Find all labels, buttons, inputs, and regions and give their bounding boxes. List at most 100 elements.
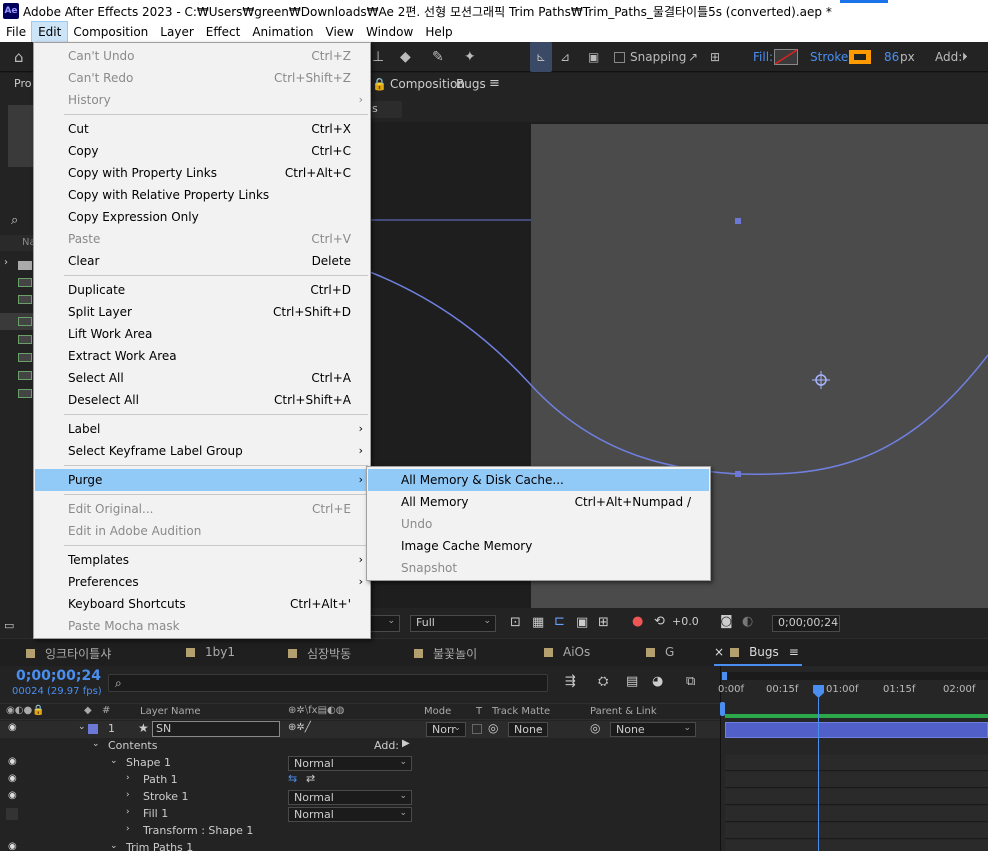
track-matte-dropdown[interactable]: None ⌄ (508, 722, 548, 737)
layer-duration-bar[interactable] (725, 722, 988, 738)
menu-item-image-cache-memory[interactable]: Image Cache Memory (368, 535, 709, 557)
motion-blur-icon[interactable]: ◕ (652, 674, 663, 689)
menu-item-can-t-undo[interactable]: Can't Undo Ctrl+Z (35, 45, 369, 67)
tab-timeline-3[interactable]: 심장박동 (288, 645, 351, 662)
eye-icon[interactable]: ◉ (8, 841, 17, 851)
work-area-bar[interactable] (725, 714, 988, 718)
close-icon[interactable]: × (714, 645, 724, 659)
matte-pickwhip-icon[interactable]: ◎ (488, 721, 498, 735)
path-vertex-handle[interactable] (735, 471, 741, 477)
menu-item-duplicate[interactable]: Duplicate Ctrl+D (35, 279, 369, 301)
region-of-interest-icon[interactable]: ▣ (576, 615, 588, 630)
transparency-grid-icon[interactable]: ▦ (532, 615, 544, 630)
panel-menu-icon[interactable]: ≡ (789, 645, 799, 659)
tab-timeline-6[interactable]: G (646, 645, 674, 659)
eye-icon[interactable]: ◉ (8, 722, 17, 733)
magnification-dropdown[interactable]: ⌄ (370, 615, 400, 632)
layer-name-field[interactable]: SN (152, 721, 280, 737)
menu-item-edit-original[interactable]: Edit Original... Ctrl+E (35, 498, 369, 520)
menu-item-can-t-redo[interactable]: Can't Redo Ctrl+Shift+Z (35, 67, 369, 89)
menu-item-clear[interactable]: Clear Delete (35, 250, 369, 272)
anchor-point-icon[interactable] (812, 371, 830, 389)
menu-item-extract-work-area[interactable]: Extract Work Area (35, 345, 369, 367)
menu-item-history[interactable]: History › (35, 89, 369, 111)
tab-timeline-1[interactable]: 잉크타이틀샤 (26, 645, 111, 662)
menu-item-label[interactable]: Label › (35, 418, 369, 440)
menu-item-select-keyframe-label-group[interactable]: Select Keyframe Label Group › (35, 440, 369, 462)
menu-item-keyboard-shortcuts[interactable]: Keyboard Shortcuts Ctrl+Alt+' (35, 593, 369, 615)
layer-label-color[interactable] (88, 724, 98, 734)
path-vertex-handle[interactable] (735, 218, 741, 224)
blend-mode-dropdown[interactable]: Normal ⌄ (288, 807, 412, 822)
reverse-path-icon[interactable]: ⇄ (306, 772, 315, 785)
path-direction-icon[interactable]: ⇆ (288, 772, 297, 785)
menu-item-undo[interactable]: Undo (368, 513, 709, 535)
grid-guides-icon[interactable]: ⊞ (598, 615, 609, 630)
expand-chevron-icon[interactable]: › (126, 807, 130, 817)
layer-name-header[interactable]: Layer Name (140, 706, 201, 717)
menu-item-paste-mocha-mask[interactable]: Paste Mocha mask (35, 615, 369, 637)
comp-flowchart-icon[interactable]: ⇶ (565, 674, 576, 689)
tab-timeline-5[interactable]: AiOs (544, 645, 590, 659)
menu-item-all-memory[interactable]: All Memory Ctrl+Alt+Numpad / (368, 491, 709, 513)
blend-mode-dropdown[interactable]: Normal ⌄ (288, 756, 412, 771)
parent-link-header[interactable]: Parent & Link (590, 706, 657, 717)
menu-item-copy-with-relative-property-links[interactable]: Copy with Relative Property Links (35, 184, 369, 206)
layer-mode-dropdown[interactable]: Norr ⌄ (426, 722, 466, 737)
track-matte-header[interactable]: Track Matte (492, 706, 550, 717)
menu-item-split-layer[interactable]: Split Layer Ctrl+Shift+D (35, 301, 369, 323)
expand-chevron-icon[interactable]: › (126, 824, 130, 834)
menu-item-preferences[interactable]: Preferences › (35, 571, 369, 593)
menu-item-select-all[interactable]: Select All Ctrl+A (35, 367, 369, 389)
eye-icon[interactable]: ◉ (8, 790, 17, 801)
property-row-stroke[interactable]: ◉ › Stroke 1 Normal ⌄ (0, 789, 720, 806)
viewer-timecode[interactable]: 0;00;00;24 (772, 615, 840, 632)
menu-item-copy-expression-only[interactable]: Copy Expression Only (35, 206, 369, 228)
navigator-start-handle[interactable] (722, 672, 727, 680)
snapshot-camera-icon[interactable]: ◙ (720, 614, 733, 629)
show-snapshot-icon[interactable]: ◐ (742, 614, 753, 629)
playhead-line[interactable] (818, 698, 819, 851)
expand-chevron-icon[interactable]: ⌄ (110, 756, 118, 766)
expand-chevron-icon[interactable]: ⌄ (92, 739, 100, 749)
menu-item-paste[interactable]: Paste Ctrl+V (35, 228, 369, 250)
menu-item-all-memory-and-disk-cache[interactable]: All Memory & Disk Cache... (368, 469, 709, 491)
eye-icon[interactable]: ◉ (8, 773, 17, 784)
add-property-icon[interactable]: ▶ (402, 738, 410, 749)
menu-item-templates[interactable]: Templates › (35, 549, 369, 571)
expand-chevron-icon[interactable]: ⌄ (78, 722, 86, 732)
menu-item-snapshot[interactable]: Snapshot (368, 557, 709, 579)
parent-pickwhip-icon[interactable]: ◎ (590, 721, 600, 735)
preserve-transparency-checkbox[interactable] (472, 724, 482, 734)
property-row-path[interactable]: ◉ › Path 1 ⇆ ⇄ (0, 772, 720, 789)
expand-chevron-icon[interactable]: › (126, 773, 130, 783)
layer-row[interactable]: ◉ ⌄ 1 ★ SN ⊕✲╱ Norr ⌄ ◎ None ⌄ ◎ None ⌄ (0, 721, 720, 738)
property-row-contents[interactable]: ⌄ Contents Add: ▶ (0, 738, 720, 755)
eye-toggle-off[interactable] (6, 808, 18, 820)
tab-timeline-2[interactable]: 1by1 (186, 645, 235, 659)
fast-preview-icon[interactable]: ⊡ (510, 615, 521, 630)
tab-timeline-bugs[interactable]: × Bugs ≡ (714, 645, 799, 659)
exposure-value[interactable]: +0.0 (672, 615, 699, 628)
reset-exposure-icon[interactable]: ⟲ (654, 614, 665, 629)
frame-blending-icon[interactable]: ▤ (626, 674, 638, 689)
menu-item-lift-work-area[interactable]: Lift Work Area (35, 323, 369, 345)
graph-editor-icon[interactable]: ⧉ (686, 674, 695, 689)
menu-item-purge[interactable]: Purge › (35, 469, 369, 491)
channel-icon[interactable]: ● (632, 614, 643, 629)
property-row-fill[interactable]: › Fill 1 Normal ⌄ (0, 806, 720, 823)
property-row-transform[interactable]: › Transform : Shape 1 (0, 823, 720, 840)
current-time-display[interactable]: 0;00;00;24 (16, 668, 101, 684)
trim-path-curve[interactable] (369, 271, 988, 475)
blend-mode-dropdown[interactable]: Normal ⌄ (288, 790, 412, 805)
time-ruler[interactable]: 0:00f 00:15f 01:00f 01:15f 02:00f (718, 680, 988, 702)
menu-item-copy[interactable]: Copy Ctrl+C (35, 140, 369, 162)
expand-chevron-icon[interactable]: ⌄ (110, 841, 118, 851)
expand-chevron-icon[interactable]: › (126, 790, 130, 800)
mask-visibility-icon[interactable]: ⊏ (554, 614, 565, 629)
resolution-dropdown[interactable]: Full ⌄ (410, 615, 496, 632)
parent-dropdown[interactable]: None ⌄ (610, 722, 696, 737)
tab-timeline-4[interactable]: 불꽃놀이 (414, 645, 477, 662)
menu-item-cut[interactable]: Cut Ctrl+X (35, 118, 369, 140)
menu-item-edit-in-adobe-audition[interactable]: Edit in Adobe Audition (35, 520, 369, 542)
